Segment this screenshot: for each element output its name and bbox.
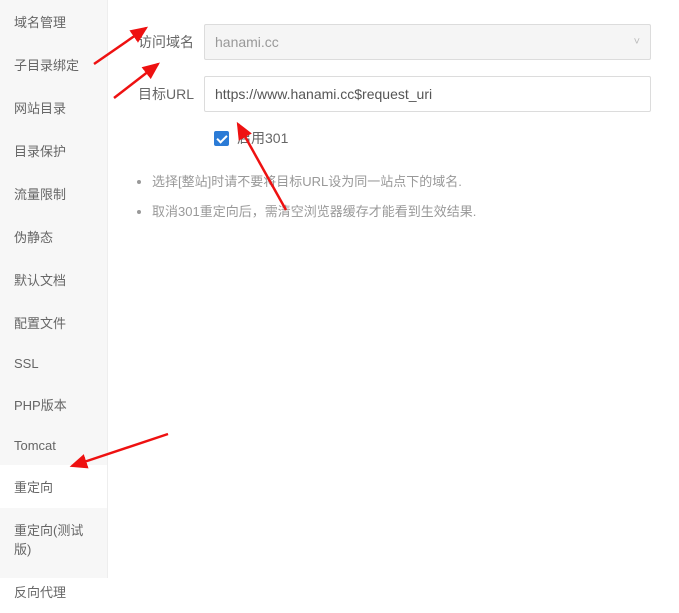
sidebar-item-redirect-beta[interactable]: 重定向(测试版) bbox=[0, 508, 107, 570]
sidebar-item-php-version[interactable]: PHP版本 bbox=[0, 383, 107, 426]
sidebar-item-label: SSL bbox=[14, 356, 39, 371]
sidebar-item-redirect[interactable]: 重定向 bbox=[0, 465, 107, 508]
sidebar: 域名管理 子目录绑定 网站目录 目录保护 流量限制 伪静态 默认文档 配置文件 … bbox=[0, 0, 108, 578]
domain-select[interactable]: hanami.cc ˅ bbox=[204, 24, 651, 60]
sidebar-item-pseudo-static[interactable]: 伪静态 bbox=[0, 215, 107, 258]
sidebar-item-label: 默认文档 bbox=[14, 273, 66, 288]
sidebar-item-label: 域名管理 bbox=[14, 15, 66, 30]
row-enable-301: 启用301 bbox=[214, 128, 651, 148]
sidebar-item-label: PHP版本 bbox=[14, 398, 67, 413]
sidebar-item-reverse-proxy[interactable]: 反向代理 bbox=[0, 570, 107, 613]
domain-select-value: hanami.cc bbox=[215, 34, 279, 50]
domain-label: 访问域名 bbox=[122, 32, 204, 52]
sidebar-item-config-file[interactable]: 配置文件 bbox=[0, 301, 107, 344]
sidebar-item-label: Tomcat bbox=[14, 438, 56, 453]
sidebar-item-label: 流量限制 bbox=[14, 187, 66, 202]
sidebar-item-traffic-limit[interactable]: 流量限制 bbox=[0, 172, 107, 215]
sidebar-item-label: 目录保护 bbox=[14, 144, 66, 159]
sidebar-item-default-doc[interactable]: 默认文档 bbox=[0, 258, 107, 301]
note-item: 选择[整站]时请不要将目标URL设为同一站点下的域名. bbox=[152, 172, 651, 192]
sidebar-item-label: 重定向 bbox=[14, 480, 53, 495]
chevron-down-icon: ˅ bbox=[634, 36, 640, 48]
sidebar-item-tomcat[interactable]: Tomcat bbox=[0, 426, 107, 465]
row-target-url: 目标URL bbox=[122, 76, 651, 112]
sidebar-item-label: 伪静态 bbox=[14, 230, 53, 245]
sidebar-item-subdir-bind[interactable]: 子目录绑定 bbox=[0, 43, 107, 86]
sidebar-item-label: 反向代理 bbox=[14, 585, 66, 600]
sidebar-item-label: 配置文件 bbox=[14, 316, 66, 331]
enable-301-checkbox[interactable] bbox=[214, 131, 229, 146]
row-domain: 访问域名 hanami.cc ˅ bbox=[122, 24, 651, 60]
enable-301-label: 启用301 bbox=[237, 128, 288, 148]
main-content: 访问域名 hanami.cc ˅ 目标URL 启用301 选择[整站]时请不要将… bbox=[108, 0, 679, 578]
notes-list: 选择[整站]时请不要将目标URL设为同一站点下的域名. 取消301重定向后，需清… bbox=[152, 172, 651, 221]
sidebar-item-label: 重定向(测试版) bbox=[14, 523, 83, 557]
sidebar-item-dir-protect[interactable]: 目录保护 bbox=[0, 129, 107, 172]
sidebar-item-label: 子目录绑定 bbox=[14, 58, 79, 73]
target-url-label: 目标URL bbox=[122, 84, 204, 104]
sidebar-item-domain-mgmt[interactable]: 域名管理 bbox=[0, 0, 107, 43]
sidebar-item-site-dir[interactable]: 网站目录 bbox=[0, 86, 107, 129]
sidebar-item-label: 网站目录 bbox=[14, 101, 66, 116]
note-item: 取消301重定向后，需清空浏览器缓存才能看到生效结果. bbox=[152, 202, 651, 222]
target-url-input[interactable] bbox=[204, 76, 651, 112]
sidebar-item-ssl[interactable]: SSL bbox=[0, 344, 107, 383]
